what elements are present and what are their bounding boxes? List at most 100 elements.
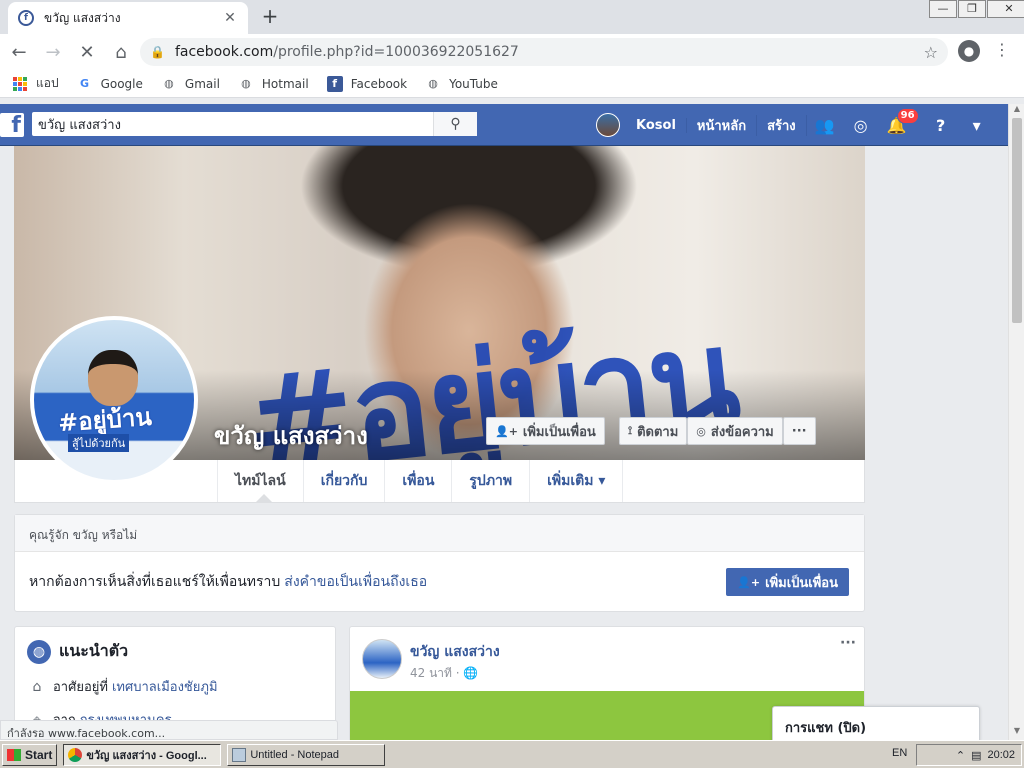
browser-toolbar: ← → ✕ ⌂ 🔒 facebook.com/profile.php?id=10…: [0, 34, 1024, 70]
url-text[interactable]: facebook.com/profile.php?id=100036922051…: [175, 44, 924, 60]
messenger-icon[interactable]: ◎: [843, 116, 879, 135]
address-bar[interactable]: 🔒 facebook.com/profile.php?id=1000369220…: [140, 38, 948, 66]
tray-expand-icon[interactable]: ⌃: [956, 749, 965, 762]
tab-timeline[interactable]: ไทม์ไลน์: [217, 460, 304, 502]
google-icon: G: [80, 77, 90, 90]
taskbar-item-label: Untitled - Notepad: [250, 748, 340, 761]
forward-arrow-icon[interactable]: →: [38, 37, 68, 67]
do-you-know-text: หากต้องการเห็นสิ่งที่เธอแชร์ให้เพื่อนทรา…: [29, 574, 281, 590]
profile-name[interactable]: ขวัญ แสงสว่าง: [214, 416, 368, 455]
create-link[interactable]: สร้าง: [757, 114, 807, 136]
home-link[interactable]: หน้าหลัก: [687, 114, 758, 136]
add-friend-button[interactable]: 👤+ เพิ่มเป็นเพื่อน: [486, 417, 605, 445]
post-options-button[interactable]: ···: [840, 635, 856, 651]
facebook-logo-icon[interactable]: f: [0, 113, 24, 138]
send-friend-request-link[interactable]: ส่งคำขอเป็นเพื่อนถึงเธอ: [284, 571, 427, 593]
start-label: Start: [25, 747, 53, 762]
add-friend-label: เพิ่มเป็นเพื่อน: [765, 575, 838, 591]
profile-picture[interactable]: #อยู่บ้าน สู้ไปด้วยกัน: [30, 316, 198, 484]
window-close-button[interactable]: ✕: [987, 0, 1024, 18]
chrome-icon: [68, 747, 83, 762]
post-author-avatar[interactable]: [362, 639, 402, 679]
bookmark-label: แอป: [36, 76, 59, 90]
intro-title-text: แนะนำตัว: [59, 641, 129, 660]
stop-loading-icon[interactable]: ✕: [72, 37, 102, 67]
globe-icon: ◍: [241, 77, 251, 90]
bookmark-label: Hotmail: [261, 76, 309, 91]
minimize-button[interactable]: —: [929, 0, 957, 18]
follow-button[interactable]: ⟟ ติดตาม: [619, 417, 688, 445]
notepad-icon: [232, 747, 247, 762]
bookmark-label: Google: [100, 76, 143, 91]
network-icon[interactable]: ▤: [971, 749, 981, 762]
add-friend-button-secondary[interactable]: 👤+ เพิ่มเป็นเพื่อน: [726, 568, 849, 596]
new-tab-button[interactable]: +: [258, 5, 282, 29]
bookmark-hotmail[interactable]: ◍ Hotmail: [238, 76, 309, 92]
chat-sidebar-toggle[interactable]: การแชท (ปิด): [772, 706, 980, 742]
bookmark-apps[interactable]: แอป: [12, 74, 59, 93]
bookmark-star-icon[interactable]: ☆: [924, 43, 938, 62]
url-host: facebook.com: [174, 44, 274, 60]
chrome-menu-icon[interactable]: ⋮: [994, 40, 1010, 59]
friend-requests-icon[interactable]: 👥: [807, 116, 843, 135]
facebook-favicon-icon: f: [18, 10, 34, 26]
browser-tabstrip: f ขวัญ แสงสว่าง ✕ + — ❐ ✕: [0, 0, 1024, 34]
account-menu-chevron-icon[interactable]: ▾: [959, 116, 995, 135]
tab-photos[interactable]: รูปภาพ: [452, 460, 531, 502]
lives-in-link[interactable]: เทศบาลเมืองชัยภูมิ: [112, 676, 218, 697]
do-you-know-header: คุณรู้จัก ขวัญ หรือไม่: [15, 515, 864, 552]
post-author-name[interactable]: ขวัญ แสงสว่าง: [410, 641, 500, 663]
cover-actions-left: 👤+ เพิ่มเป็นเพื่อน: [486, 417, 605, 445]
tab-title: ขวัญ แสงสว่าง: [44, 10, 121, 25]
lives-in-label: อาศัยอยู่ที่: [53, 680, 108, 695]
cover-actions-right: ⟟ ติดตาม ◎ ส่งข้อความ ···: [619, 417, 816, 445]
start-button[interactable]: Start: [2, 743, 58, 766]
back-arrow-icon[interactable]: ←: [4, 37, 34, 67]
facebook-icon: f: [326, 75, 343, 92]
bookmark-facebook[interactable]: f Facebook: [326, 75, 408, 92]
scrollbar-thumb[interactable]: [1012, 118, 1022, 323]
intro-lives-in: ⌂ อาศัยอยู่ที่ เทศบาลเมืองชัยภูมิ: [27, 676, 323, 697]
user-name-link[interactable]: Kosol: [626, 117, 687, 133]
tab-more[interactable]: เพิ่มเติม ▾: [530, 460, 624, 502]
apps-grid-icon: [12, 76, 28, 92]
globe-icon: ◍: [428, 77, 438, 90]
window-controls: — ❐ ✕: [928, 0, 1024, 18]
page-scrollbar[interactable]: ▲ ▼: [1008, 104, 1024, 740]
add-friend-icon: 👤+: [737, 575, 761, 589]
bookmark-label: Facebook: [350, 76, 408, 91]
tab-close-icon[interactable]: ✕: [222, 10, 238, 26]
chrome-profile-icon[interactable]: ●: [958, 40, 980, 62]
globe-icon: ◍: [27, 639, 51, 664]
tab-about[interactable]: เกี่ยวกับ: [304, 460, 386, 502]
help-icon[interactable]: ?: [923, 116, 959, 135]
search-icon[interactable]: ⚲: [433, 112, 477, 136]
post-timestamp[interactable]: 42 นาที · 🌐: [410, 664, 478, 683]
tab-friends[interactable]: เพื่อน: [385, 460, 453, 502]
house-icon: ⌂: [32, 678, 42, 695]
messenger-icon: ◎: [696, 424, 706, 438]
scroll-down-arrow-icon[interactable]: ▼: [1009, 726, 1024, 740]
notifications-bell-icon[interactable]: 🔔 96: [879, 107, 919, 135]
facebook-search-input[interactable]: [32, 112, 433, 136]
lock-icon[interactable]: 🔒: [150, 45, 165, 59]
bookmark-youtube[interactable]: ◍ YouTube: [425, 76, 498, 92]
taskbar-item-chrome[interactable]: ขวัญ แสงสว่าง - Googl...: [63, 743, 222, 766]
browser-tab-active[interactable]: f ขวัญ แสงสว่าง ✕: [8, 2, 248, 34]
message-button[interactable]: ◎ ส่งข้อความ: [687, 417, 783, 445]
clock[interactable]: 20:02: [987, 749, 1015, 761]
bookmark-gmail[interactable]: ◍ Gmail: [161, 76, 220, 92]
home-icon[interactable]: ⌂: [106, 37, 136, 67]
windows-taskbar: Start ขวัญ แสงสว่าง - Googl... Untitled …: [0, 740, 1024, 768]
profile-tabs: ไทม์ไลน์ เกี่ยวกับ เพื่อน รูปภาพ เพิ่มเต…: [217, 460, 624, 502]
user-avatar[interactable]: [596, 113, 620, 137]
scroll-up-arrow-icon[interactable]: ▲: [1009, 104, 1024, 118]
taskbar-item-notepad[interactable]: Untitled - Notepad: [227, 743, 386, 766]
bookmark-google[interactable]: G Google: [77, 76, 143, 92]
language-indicator[interactable]: EN: [892, 747, 907, 759]
system-tray: ⌃ ▤ 20:02: [916, 744, 1022, 766]
do-you-know-card: คุณรู้จัก ขวัญ หรือไม่ หากต้องการเห็นสิ่…: [14, 514, 865, 612]
maximize-button[interactable]: ❐: [958, 0, 986, 18]
more-options-button[interactable]: ···: [782, 417, 816, 445]
browser-status-bubble: กำลังรอ www.facebook.com...: [0, 720, 338, 740]
